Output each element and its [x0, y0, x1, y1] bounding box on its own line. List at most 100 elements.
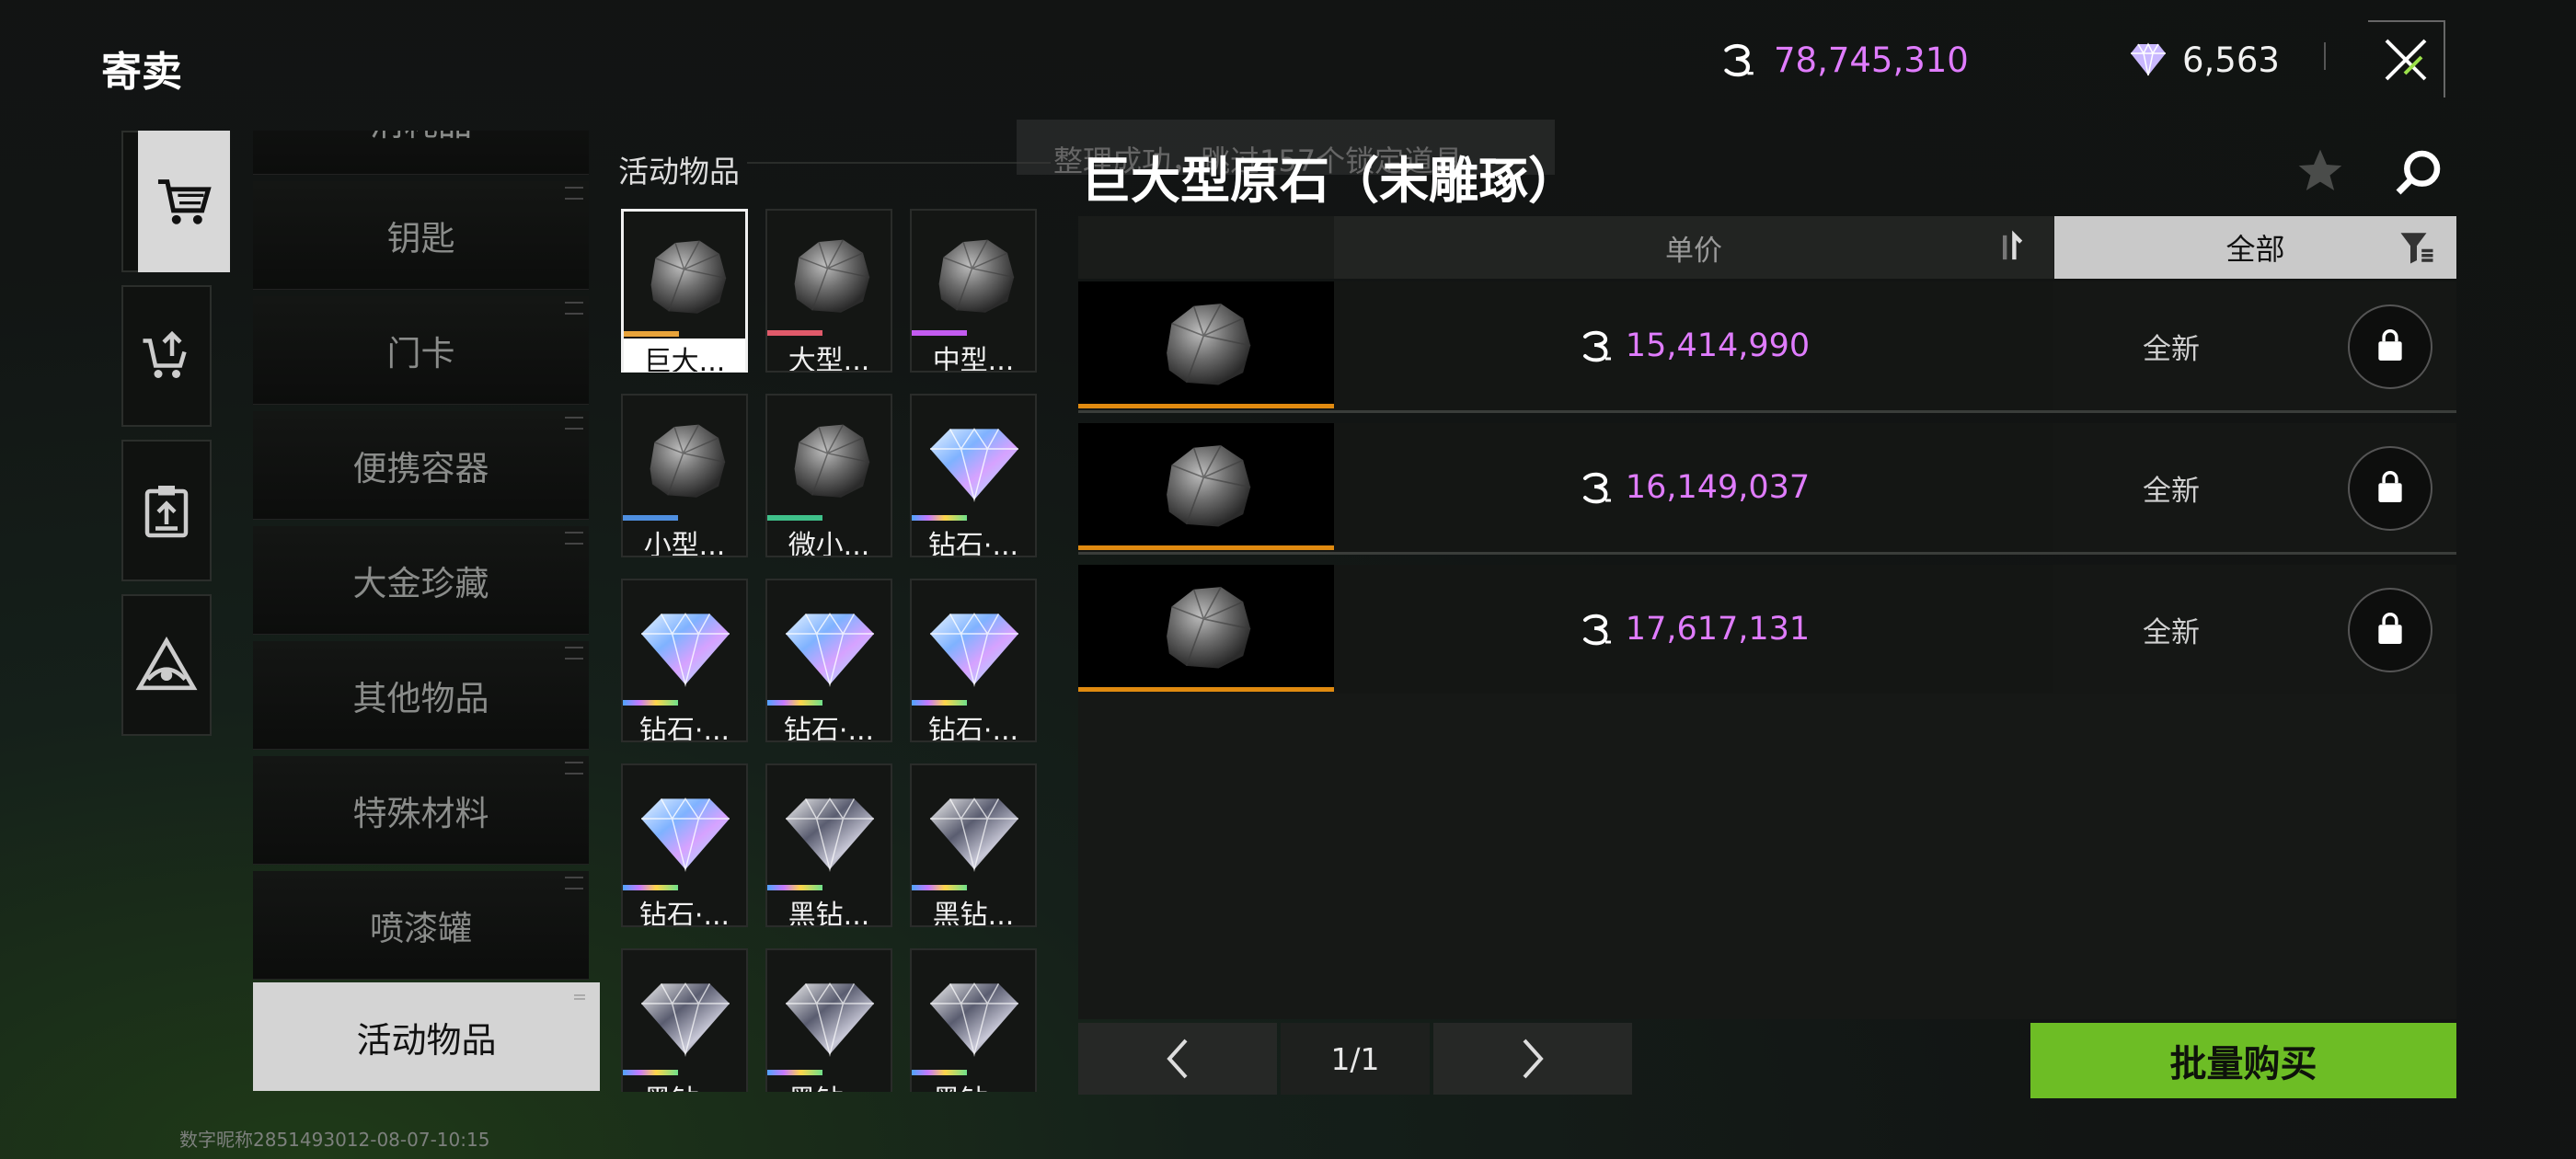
category-item[interactable]: 便携容器: [253, 411, 589, 520]
rough-stone-image: [628, 405, 742, 515]
item-grid-cell[interactable]: 微小...: [765, 394, 892, 557]
item-grid-cell[interactable]: 大型...: [765, 209, 892, 373]
close-button[interactable]: [2368, 20, 2445, 98]
item-grid-label: 黑钻...: [788, 900, 870, 925]
rough-stone-image: [629, 221, 743, 331]
grid-title-divider: [747, 162, 1051, 164]
tab-edge: [121, 131, 140, 272]
item-grid-label: 钻石·...: [927, 715, 1019, 740]
listing-empty-area: [1078, 694, 2456, 1019]
rough-stone-image: [1133, 281, 1280, 405]
item-grid-label: 小型...: [643, 530, 726, 556]
rough-stone-image: [1133, 423, 1280, 546]
bulk-buy-button[interactable]: 批量购买: [2030, 1023, 2456, 1098]
black-diamond-image: [917, 775, 1031, 885]
page-title: 寄卖: [101, 49, 182, 96]
page-indicator: 1/1: [1281, 1023, 1430, 1095]
item-grid-cell[interactable]: 黑钻...: [910, 763, 1037, 927]
coin-currency-icon: [1578, 611, 1615, 648]
item-grid-label: 黑钻...: [932, 900, 1015, 925]
category-item[interactable]: 钥匙: [253, 181, 589, 290]
buy-button[interactable]: [2348, 446, 2432, 531]
item-grid-label: 黑钻...: [912, 1077, 1035, 1092]
item-grid-cell[interactable]: 小型...: [621, 394, 748, 557]
item-grid-label: 钻石·...: [783, 715, 875, 740]
category-item-active[interactable]: 活动物品: [253, 982, 600, 1091]
buy-button[interactable]: [2348, 588, 2432, 672]
coin-currency-icon: [1719, 40, 1757, 79]
buy-button[interactable]: [2348, 304, 2432, 389]
chevron-left-icon: [1167, 1039, 1188, 1079]
category-item[interactable]: 大金珍藏: [253, 526, 589, 635]
item-grid-cell[interactable]: 钻石·...: [621, 763, 748, 927]
diamond-image: [773, 590, 887, 700]
rarity-bar: [767, 330, 822, 336]
listing-row[interactable]: 15,414,990 全新: [1078, 281, 2456, 413]
sort-icon[interactable]: [1996, 230, 2024, 265]
category-item[interactable]: 特殊材料: [253, 756, 589, 865]
item-grid-label: 巨大...: [624, 339, 745, 372]
item-grid-cell[interactable]: 钻石·...: [910, 579, 1037, 742]
item-grid-cell[interactable]: 黑钻...: [621, 948, 748, 1092]
tab-sell[interactable]: [121, 285, 212, 427]
rarity-bar: [623, 885, 678, 890]
star-icon[interactable]: [2294, 145, 2346, 197]
item-grid-cell[interactable]: 中型...: [910, 209, 1037, 373]
rough-stone-image: [773, 220, 887, 330]
listing-row[interactable]: 17,617,131 全新: [1078, 565, 2456, 696]
category-item[interactable]: 喷漆罐: [253, 871, 589, 980]
filter-icon[interactable]: [2398, 228, 2436, 267]
column-filter-all[interactable]: 全部: [2054, 216, 2456, 279]
rarity-bar: [624, 331, 679, 337]
item-grid-cell[interactable]: 钻石·...: [621, 579, 748, 742]
item-title: 巨大型原石（未雕琢）: [1081, 152, 1578, 210]
item-grid-label: 钻石·...: [927, 530, 1019, 556]
close-icon: [2385, 39, 2427, 81]
item-grid-cell[interactable]: 黑钻...: [910, 948, 1037, 1092]
rarity-bar: [912, 700, 967, 706]
item-grid-cell[interactable]: 黑钻...: [765, 948, 892, 1092]
listing-price-cell: 17,617,131: [1334, 565, 2053, 694]
item-grid-cell[interactable]: 黑钻...: [765, 763, 892, 927]
category-item[interactable]: 消耗品: [253, 131, 589, 175]
item-grid-cell[interactable]: 巨大...: [621, 209, 748, 373]
header-divider: [2324, 42, 2326, 70]
next-page-button[interactable]: [1433, 1023, 1632, 1095]
prev-page-button[interactable]: [1078, 1023, 1277, 1095]
diamond-image: [917, 405, 1031, 515]
item-grid-label: 黑钻...: [767, 1077, 891, 1092]
rarity-bar: [767, 885, 822, 890]
item-grid-label: 钻石·...: [638, 900, 730, 925]
listing-condition: 全新: [2143, 474, 2200, 508]
diamond-image: [628, 775, 742, 885]
item-grid-label: 微小...: [788, 530, 870, 556]
chevron-right-icon: [1523, 1039, 1544, 1079]
coin-currency-icon: [1578, 469, 1615, 506]
menu-lines-icon: [565, 877, 583, 889]
listing-condition: 全新: [2143, 332, 2200, 366]
search-icon[interactable]: [2392, 147, 2444, 199]
tab-buy[interactable]: [138, 131, 230, 272]
item-grid-label: 钻石·...: [638, 715, 730, 740]
black-diamond-image: [917, 959, 1031, 1070]
item-grid-cell[interactable]: 钻石·...: [910, 394, 1037, 557]
category-item[interactable]: 门卡: [253, 296, 589, 405]
menu-lines-icon: [565, 762, 583, 775]
item-grid-cell[interactable]: 钻石·...: [765, 579, 892, 742]
listing-price: 16,149,037: [1625, 469, 1811, 506]
tab-overview[interactable]: [121, 594, 212, 736]
listing-thumbnail: [1078, 565, 1334, 692]
shopping-bag-icon: [2369, 467, 2411, 510]
footer-watermark: 数字昵称2851493012-08-07-10:15: [179, 1129, 490, 1151]
listing-thumbnail: [1078, 423, 1334, 550]
shopping-bag-icon: [2369, 326, 2411, 368]
currency-balance: 78,745,310: [1774, 40, 1969, 80]
tab-records[interactable]: [121, 440, 212, 581]
cart-icon: [157, 179, 212, 224]
item-grid-label: 大型...: [788, 345, 870, 371]
category-item[interactable]: 其他物品: [253, 641, 589, 750]
menu-lines-icon: [565, 187, 583, 200]
column-price[interactable]: 单价: [1334, 216, 2053, 279]
rarity-bar: [623, 700, 678, 706]
listing-row[interactable]: 16,149,037 全新: [1078, 423, 2456, 555]
